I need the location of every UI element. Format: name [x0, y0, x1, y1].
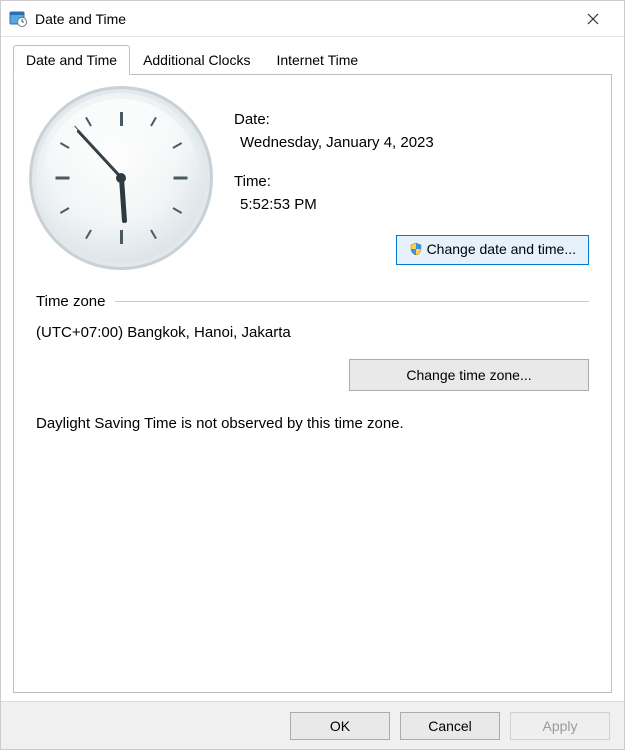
change-date-time-button[interactable]: Change date and time... [396, 235, 589, 265]
cancel-button[interactable]: Cancel [400, 712, 500, 740]
button-label: Apply [542, 718, 577, 734]
date-time-icon [9, 10, 27, 28]
tab-panel-date-and-time: Date: Wednesday, January 4, 2023 Time: 5… [13, 74, 612, 693]
dst-note: Daylight Saving Time is not observed by … [36, 415, 589, 432]
divider [115, 301, 589, 302]
button-label: Change time zone... [406, 367, 531, 383]
date-time-dialog: Date and Time Date and Time Additional C… [0, 0, 625, 750]
close-button[interactable] [570, 1, 616, 37]
shield-icon [409, 242, 423, 259]
time-value: 5:52:53 PM [240, 196, 589, 213]
analog-clock [36, 93, 206, 263]
datetime-info: Date: Wednesday, January 4, 2023 Time: 5… [234, 93, 589, 265]
tab-label: Internet Time [276, 52, 358, 68]
dialog-footer: OK Cancel Apply [1, 701, 624, 749]
button-label: Change date and time... [427, 241, 576, 257]
apply-button[interactable]: Apply [510, 712, 610, 740]
tab-additional-clocks[interactable]: Additional Clocks [130, 45, 263, 74]
ok-button[interactable]: OK [290, 712, 390, 740]
titlebar: Date and Time [1, 1, 624, 37]
date-value: Wednesday, January 4, 2023 [240, 134, 589, 151]
datetime-section: Date: Wednesday, January 4, 2023 Time: 5… [36, 93, 589, 265]
button-label: OK [330, 718, 350, 734]
window-title: Date and Time [35, 11, 570, 27]
button-label: Cancel [428, 718, 472, 734]
tab-label: Date and Time [26, 52, 117, 68]
tab-bar: Date and Time Additional Clocks Internet… [1, 37, 624, 74]
tab-date-and-time[interactable]: Date and Time [13, 45, 130, 75]
change-timezone-button[interactable]: Change time zone... [349, 359, 589, 391]
close-icon [587, 13, 599, 25]
date-label: Date: [234, 111, 589, 128]
timezone-value: (UTC+07:00) Bangkok, Hanoi, Jakarta [36, 324, 589, 341]
tab-label: Additional Clocks [143, 52, 250, 68]
section-label: Time zone [36, 293, 105, 310]
timezone-section-header: Time zone [36, 293, 589, 310]
tab-internet-time[interactable]: Internet Time [263, 45, 371, 74]
time-label: Time: [234, 173, 589, 190]
